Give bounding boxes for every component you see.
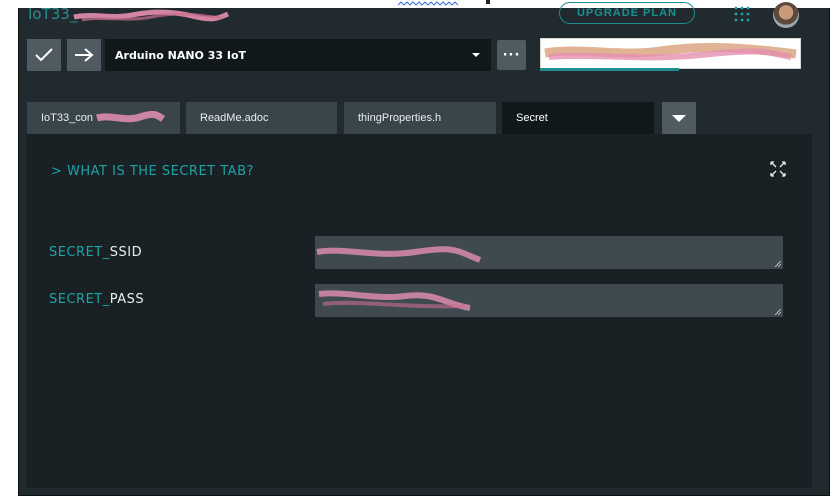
board-selector[interactable]: Arduino NANO 33 IoT xyxy=(105,39,491,71)
tab-readme[interactable]: ReadMe.adoc xyxy=(186,102,337,134)
apps-grid-icon[interactable] xyxy=(733,5,751,23)
upgrade-plan-button[interactable]: UPGRADE PLAN xyxy=(559,2,695,24)
chevron-down-icon xyxy=(472,53,480,57)
redaction-scribble xyxy=(95,111,165,123)
more-options-label: ··· xyxy=(502,47,521,63)
more-options-button[interactable]: ··· xyxy=(497,40,526,70)
secret-prefix: SECRET_ xyxy=(49,245,110,260)
checkmark-icon xyxy=(35,48,53,62)
tab-label: Secret xyxy=(516,112,548,124)
tab-label: IoT33_con xyxy=(41,112,93,124)
secret-ssid-field[interactable] xyxy=(315,236,783,269)
expand-icon[interactable] xyxy=(768,159,788,179)
redaction-scribble xyxy=(318,290,471,311)
tab-menu-button[interactable] xyxy=(662,102,696,134)
tab-thingproperties[interactable]: thingProperties.h xyxy=(344,102,496,134)
top-dot xyxy=(486,0,490,4)
secret-name: SSID xyxy=(109,245,143,260)
redaction-scribble xyxy=(316,246,482,263)
avatar[interactable] xyxy=(773,2,799,28)
tab-label: ReadMe.adoc xyxy=(200,112,269,124)
secret-help-link[interactable]: > WHAT IS THE SECRET TAB? xyxy=(51,164,254,179)
upgrade-plan-label: UPGRADE PLAN xyxy=(576,7,677,19)
secret-help-text: > WHAT IS THE SECRET TAB? xyxy=(51,164,254,179)
resize-grip-icon[interactable] xyxy=(775,261,781,267)
redaction-scribble xyxy=(73,9,230,22)
tab-secret[interactable]: Secret xyxy=(502,102,654,134)
port-selector[interactable] xyxy=(540,38,801,69)
tab-main-sketch[interactable]: IoT33_con xyxy=(27,102,180,134)
secret-prefix: SECRET_ xyxy=(49,292,110,307)
secret-name: PASS xyxy=(109,292,145,307)
board-name: Arduino NANO 33 IoT xyxy=(115,48,247,62)
secret-ssid-label: SECRET_SSID xyxy=(49,245,142,260)
port-underline xyxy=(540,68,679,71)
arrow-right-icon xyxy=(75,48,94,62)
resize-grip-icon[interactable] xyxy=(775,309,781,315)
spellcheck-squiggle xyxy=(398,1,458,6)
tab-label: thingProperties.h xyxy=(358,112,442,124)
redaction-scribble xyxy=(544,42,797,61)
project-title-label: IoT33_ xyxy=(28,5,78,23)
secret-pass-label: SECRET_PASS xyxy=(49,292,144,307)
project-title[interactable]: IoT33_ xyxy=(28,5,77,23)
secret-pass-field[interactable] xyxy=(315,284,783,317)
upload-button[interactable] xyxy=(67,39,101,71)
verify-button[interactable] xyxy=(27,39,61,71)
